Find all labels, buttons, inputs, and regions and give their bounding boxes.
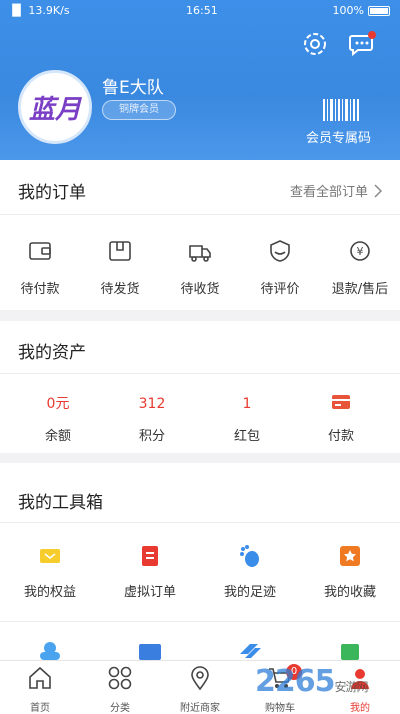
truck-icon: [189, 245, 211, 262]
asset-red-packet[interactable]: 1 红包: [207, 394, 287, 444]
avatar[interactable]: 蓝月: [18, 70, 92, 144]
network-status: ▐▌ 13.9K/s: [8, 4, 70, 17]
watermark: 2265安游网: [255, 664, 369, 699]
battery-percent: 100%: [332, 4, 364, 17]
order-pending-review[interactable]: 待评价: [240, 238, 320, 297]
group-icon[interactable]: [37, 640, 63, 660]
tool-virtual-order[interactable]: 虚拟订单: [100, 543, 200, 600]
package-icon: [109, 241, 131, 261]
asset-balance[interactable]: 0元 余额: [18, 394, 98, 444]
tool-favorites[interactable]: 我的收藏: [300, 543, 400, 600]
divider: [0, 522, 400, 523]
chevron-right-icon: [374, 183, 382, 198]
footprint-icon: [240, 545, 259, 567]
order-pending-receipt[interactable]: 待收货: [160, 238, 240, 297]
member-level-badge: 铜牌会员: [102, 100, 176, 120]
tool-benefits[interactable]: 我的权益: [0, 543, 100, 600]
profile-header: ▐▌ 13.9K/s 16:51 100% 蓝月 鲁E大队 铜牌会员 会员专属码: [0, 0, 400, 160]
favorites-icon: [340, 546, 360, 566]
battery-icon: [368, 5, 390, 16]
assets-title: 我的资产: [18, 343, 86, 363]
refund-icon: ¥: [350, 241, 370, 261]
order-refund[interactable]: ¥ 退款/售后: [320, 238, 400, 297]
divider: [0, 373, 400, 374]
shop-icon[interactable]: [337, 640, 363, 660]
virtual-order-icon: [142, 546, 158, 566]
coupon-icon[interactable]: [237, 640, 263, 660]
divider: [0, 621, 400, 622]
benefits-icon: [40, 549, 60, 563]
asset-payment[interactable]: 付款: [301, 394, 381, 444]
svg-text:¥: ¥: [357, 245, 364, 258]
wallet-icon: [29, 242, 51, 260]
nav-category[interactable]: 分类: [80, 665, 160, 714]
divider: [0, 214, 400, 215]
category-icon: [108, 666, 132, 690]
member-code-label[interactable]: 会员专属码: [306, 127, 371, 146]
order-pending-shipment[interactable]: 待发货: [80, 238, 160, 297]
barcode-icon[interactable]: [322, 99, 360, 121]
location-icon: [191, 666, 209, 691]
orders-title: 我的订单: [18, 183, 86, 203]
message-icon[interactable]: [348, 30, 376, 58]
ticket-icon[interactable]: [137, 642, 163, 660]
tools-title: 我的工具箱: [18, 493, 103, 513]
nav-home[interactable]: 首页: [0, 665, 80, 714]
status-time: 16:51: [186, 4, 218, 17]
nav-nearby[interactable]: 附近商家: [160, 665, 240, 714]
home-icon: [29, 666, 51, 689]
status-bar: ▐▌ 13.9K/s 16:51 100%: [0, 0, 400, 22]
card-icon: [332, 395, 350, 409]
asset-points[interactable]: 312 积分: [112, 394, 192, 444]
settings-icon[interactable]: [301, 30, 329, 58]
username: 鲁E大队: [102, 78, 164, 98]
order-pending-payment[interactable]: 待付款: [0, 238, 80, 297]
view-all-orders-link[interactable]: 查看全部订单: [290, 181, 382, 200]
tool-footprint[interactable]: 我的足迹: [200, 543, 300, 600]
review-icon: [270, 240, 290, 262]
